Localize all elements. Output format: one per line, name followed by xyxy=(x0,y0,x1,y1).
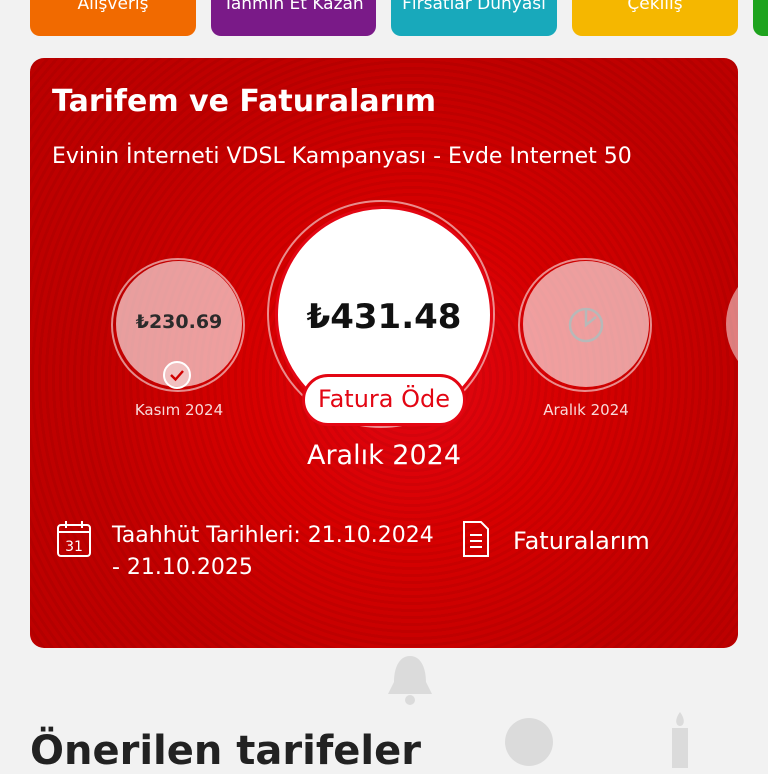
document-icon[interactable] xyxy=(462,520,490,558)
category-button-guess-win[interactable]: Tahmin Et Kazan xyxy=(211,0,376,36)
future-bill-bubble[interactable] xyxy=(726,261,738,387)
next-bill-month: Aralık 2024 xyxy=(543,401,629,419)
category-label: Tahmin Et Kazan xyxy=(223,0,364,14)
tariff-name: Evinin İnterneti VDSL Kampanyası - Evde … xyxy=(52,144,632,169)
gift-decoration-icon xyxy=(505,718,553,766)
category-button-opportunities[interactable]: Fırsatlar Dünyası xyxy=(391,0,557,36)
my-invoices-link[interactable]: Faturalarım xyxy=(513,527,650,555)
category-buttons-row: Alışveriş Tahmin Et Kazan Fırsatlar Düny… xyxy=(0,0,768,36)
next-bill-bubble[interactable] xyxy=(523,261,649,387)
current-bill-month: Aralık 2024 xyxy=(306,440,462,471)
previous-bill-amount: ₺230.69 xyxy=(135,311,223,333)
bell-decoration-icon xyxy=(388,656,432,705)
calendar-day: 31 xyxy=(65,539,83,555)
clock-icon xyxy=(568,307,604,343)
candle-decoration-icon xyxy=(672,712,688,768)
category-button-more[interactable] xyxy=(753,0,768,36)
recommended-tariffs-heading: Önerilen tarifeler xyxy=(30,728,421,774)
category-button-shopping[interactable]: Alışveriş xyxy=(30,0,196,36)
previous-bill-month: Kasım 2024 xyxy=(134,401,224,419)
card-title: Tarifem ve Faturalarım xyxy=(52,84,436,119)
category-label: Çekiliş xyxy=(627,0,683,14)
paid-check-icon xyxy=(163,361,191,389)
pay-bill-button[interactable]: Fatura Öde xyxy=(302,374,466,426)
commitment-dates: Taahhüt Tarihleri: 21.10.2024 - 21.10.20… xyxy=(112,523,434,580)
current-bill-amount: ₺431.48 xyxy=(306,297,462,337)
category-label: Alışveriş xyxy=(77,0,149,14)
category-button-draw[interactable]: Çekiliş xyxy=(572,0,738,36)
category-label: Fırsatlar Dünyası xyxy=(402,0,546,14)
calendar-icon: 31 xyxy=(57,521,91,557)
